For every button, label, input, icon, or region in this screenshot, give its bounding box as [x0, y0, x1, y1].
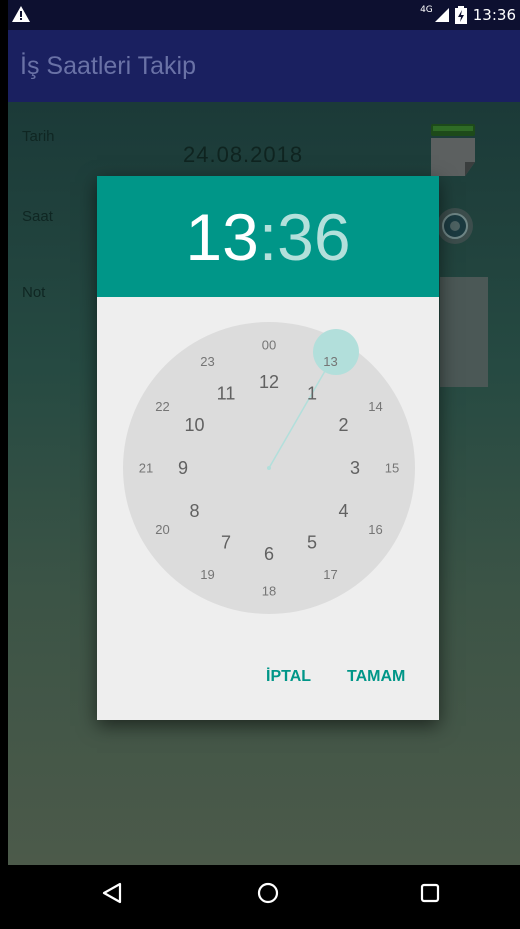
- app-bar: İş Saatleri Takip: [8, 30, 520, 102]
- hour-6[interactable]: 6: [264, 544, 274, 564]
- hour-18[interactable]: 18: [262, 584, 276, 599]
- clock-icon[interactable]: [436, 207, 474, 245]
- time-display: 13:36: [97, 198, 439, 276]
- hour-17[interactable]: 17: [323, 567, 337, 582]
- hour-13[interactable]: 13: [323, 354, 337, 369]
- hour-19[interactable]: 19: [200, 567, 214, 582]
- hour-21[interactable]: 21: [139, 461, 153, 476]
- back-icon[interactable]: [100, 881, 124, 905]
- hour-16[interactable]: 16: [368, 522, 382, 537]
- hour-8[interactable]: 8: [190, 501, 200, 521]
- hour-7[interactable]: 7: [221, 532, 231, 552]
- hour-2[interactable]: 2: [338, 415, 348, 435]
- hour-11[interactable]: 11: [217, 384, 236, 404]
- calendar-icon[interactable]: [430, 124, 476, 176]
- status-time: 13:36: [472, 6, 516, 24]
- status-bar: 4G 13:36: [8, 0, 520, 30]
- navigation-bar: [8, 865, 520, 929]
- date-label: Tarih: [22, 128, 55, 145]
- hour-4[interactable]: 4: [338, 501, 348, 521]
- clock-face[interactable]: 121234567891011001314151617181920212223: [97, 297, 439, 637]
- hour-23[interactable]: 23: [200, 354, 214, 369]
- hour-10[interactable]: 10: [185, 415, 205, 435]
- network-type-badge: 4G: [420, 5, 433, 15]
- app-title: İş Saatleri Takip: [20, 52, 197, 80]
- home-icon[interactable]: [256, 881, 280, 905]
- hour-3[interactable]: 3: [350, 458, 360, 478]
- ok-button[interactable]: TAMAM: [347, 668, 405, 686]
- recents-icon[interactable]: [418, 881, 442, 905]
- hour-15[interactable]: 15: [385, 461, 399, 476]
- note-input[interactable]: [440, 277, 488, 387]
- warning-icon: [12, 6, 30, 22]
- hour-9[interactable]: 9: [178, 458, 188, 478]
- time-picker-header: 13:36: [97, 176, 439, 297]
- date-value[interactable]: 24.08.2018: [183, 142, 303, 168]
- time-label: Saat: [22, 208, 53, 225]
- screen: 4G 13:36 İş Saatleri Takip Tarih 24.08.2…: [8, 0, 520, 929]
- time-separator: :: [258, 200, 278, 274]
- hour-22[interactable]: 22: [155, 399, 169, 414]
- signal-icon: [434, 8, 449, 22]
- cancel-button[interactable]: İPTAL: [266, 668, 311, 686]
- time-picker-dialog: 13:36 12 1 2 3 4 5 6 7 8 9 10 11 00 13 14 15 16 17 18 19 20 2…: [97, 176, 439, 720]
- hour-00[interactable]: 00: [262, 338, 276, 353]
- hour-1[interactable]: 1: [307, 384, 317, 404]
- minute-display[interactable]: 36: [277, 200, 350, 274]
- hour-20[interactable]: 20: [155, 522, 169, 537]
- note-label: Not: [22, 284, 46, 301]
- hour-14[interactable]: 14: [368, 399, 382, 414]
- battery-charging-icon: [454, 6, 467, 24]
- clock-center-dot: [267, 466, 271, 470]
- hour-5[interactable]: 5: [307, 532, 317, 552]
- hour-12[interactable]: 12: [259, 372, 279, 392]
- hour-display[interactable]: 13: [185, 200, 258, 274]
